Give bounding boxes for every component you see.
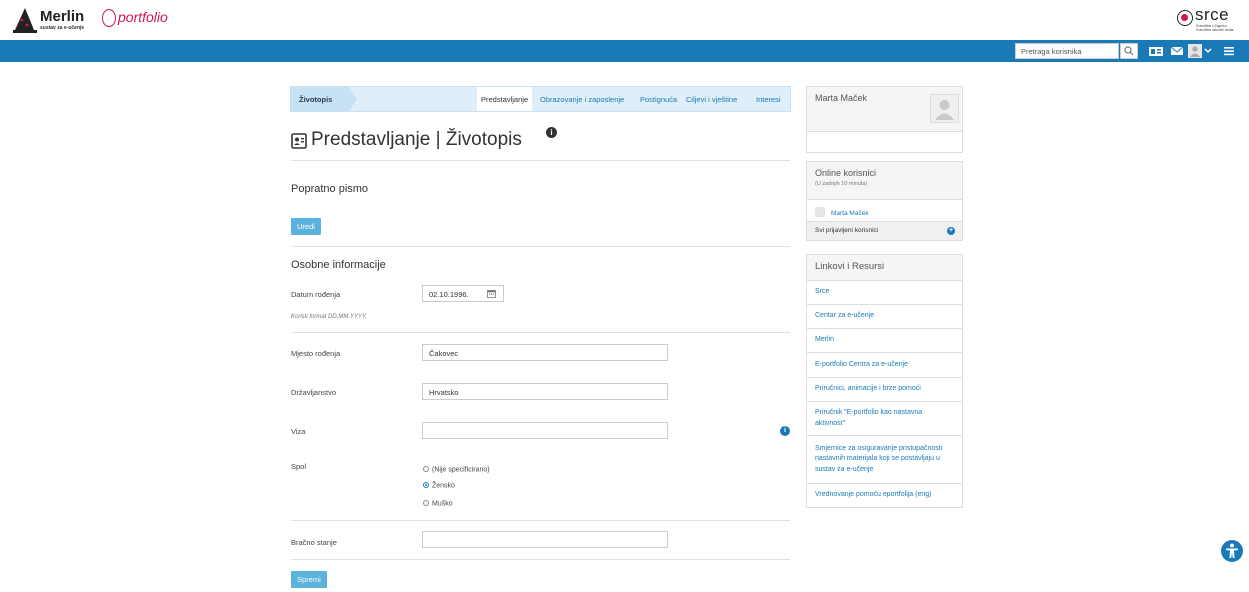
visa-input[interactable] [422,422,668,439]
links-card: Linkovi i Resursi Srce Centar za e-učenj… [806,254,963,508]
gender-option-label: (Nije specificirano) [432,466,490,474]
gender-option-label: Muško [432,500,453,508]
cover-letter-title: Popratno pismo [291,183,369,195]
user-card-body [807,132,962,152]
portfolio-ring-icon [102,9,116,27]
link-srce[interactable]: Srce [807,281,962,304]
tab-predstavljanje[interactable]: Predstavljanje [477,87,533,111]
link-merlin[interactable]: Merlin [807,328,962,352]
merlin-logo-text: Merlin [40,8,85,25]
divider [291,246,790,247]
user-name[interactable]: Marta Maček [815,93,867,103]
online-users-header: Online korisnici (U zadnjih 10 minuta) [807,162,962,200]
accessibility-button[interactable] [1221,540,1243,562]
gender-option-female[interactable]: Žensko [423,482,455,490]
dob-value: 02.10.1996. [429,290,469,299]
online-users-title: Online korisnici [815,168,877,178]
tab-obrazovanje[interactable]: Obrazovanje i zaposlenje [540,87,624,111]
tab-postignuca[interactable]: Postignuća [640,87,677,111]
merlin-logo-subtitle: sustav za e-učenje [40,25,85,31]
save-button[interactable]: Spremi [291,571,327,588]
gender-option-unspecified[interactable]: (Nije specificirano) [423,466,490,474]
edit-button[interactable]: Uredi [291,218,321,235]
radio-icon [423,466,429,472]
srce-mark-icon [1177,10,1193,26]
gender-option-male[interactable]: Muško [423,500,453,508]
user-card-header: Marta Maček [807,87,962,132]
marital-input[interactable] [422,531,668,548]
top-header: Merlin sustav za e-učenje portfolio srce… [0,0,1249,40]
plus-circle-icon: + [947,227,955,235]
links-title: Linkovi i Resursi [815,261,885,272]
personal-info-title: Osobne informacije [291,259,386,271]
search-icon [1124,46,1134,56]
divider [291,559,790,560]
visa-info-icon[interactable]: i [780,426,790,436]
radio-checked-icon [423,482,429,488]
pob-value: Čakovec [429,349,459,358]
tab-ciljevi[interactable]: Ciljevi i vještine [686,87,737,111]
srce-logo[interactable]: srce Sveučilište u Zagrebu Sveučilišni r… [1177,4,1241,34]
mail-icon[interactable] [1170,44,1184,58]
srce-logo-text: srce [1195,5,1230,24]
radio-icon [423,500,429,506]
dob-hint: Koristi format DD.MM.YYYY. [291,314,368,320]
calendar-icon[interactable] [487,289,496,298]
divider [291,332,790,333]
all-online-users-link[interactable]: Svi prijavljeni korisnici + [807,222,962,240]
link-smjernice[interactable]: Smjernice za osiguravanje pristupačnosti… [807,435,962,483]
dob-label: Datum rođenja [291,290,341,299]
divider [291,160,790,161]
menu-icon[interactable] [1223,44,1235,58]
link-prirucnici[interactable]: Priručnici, animacije i brze pomoći [807,377,962,401]
search-placeholder: Pretraga korisnika [1021,47,1082,56]
portfolio-logo-text: portfolio [118,9,168,25]
page-title: Predstavljanje | Životopis [311,129,522,150]
merlin-logo[interactable]: Merlin sustav za e-učenje [12,6,94,34]
accessibility-icon [1226,543,1238,558]
resume-tabs: Životopis Predstavljanje Obrazovanje i z… [290,86,791,112]
divider [291,520,790,521]
gender-label: Spol [291,462,307,471]
contacts-icon[interactable] [1148,44,1164,58]
info-icon[interactable]: i [546,127,557,138]
user-avatar-icon [815,207,825,217]
online-users-card: Online korisnici (U zadnjih 10 minuta) M… [806,161,963,241]
pob-input[interactable]: Čakovec [422,344,668,361]
user-search-input[interactable]: Pretraga korisnika [1015,43,1119,59]
citizenship-input[interactable]: Hrvatsko [422,383,668,400]
wizard-hat-icon [13,8,37,33]
tab-interesi[interactable]: Interesi [756,87,781,111]
contact-card-icon [291,133,307,149]
chevron-down-icon[interactable] [1204,44,1212,58]
pob-label: Mjesto rođenja [291,349,341,358]
link-prirucnik-eportfolio[interactable]: Priručnik "E-portfolio kao nastavna akti… [807,401,962,435]
online-user-name: Marta Maček [831,210,869,217]
marital-label: Bračno stanje [291,538,337,547]
links-header: Linkovi i Resursi [807,255,962,281]
link-vrednovanje[interactable]: Vrednovanje pomoću eportfolija (eng) [807,483,962,507]
link-eportfolio-centra[interactable]: E-portfolio Centra za e-učenje [807,352,962,377]
profile-avatar[interactable] [930,94,959,123]
user-silhouette-icon [935,100,954,120]
citizenship-label: Državljanstvo [291,388,337,397]
user-profile-card: Marta Maček [806,86,963,153]
link-centar-e-ucenje[interactable]: Centar za e-učenje [807,304,962,328]
citizenship-value: Hrvatsko [429,388,459,397]
srce-logo-subtitle: Sveučilište u Zagrebu Sveučilišni računs… [1196,24,1234,32]
user-avatar-icon[interactable] [1188,44,1202,58]
search-button[interactable] [1120,43,1138,59]
all-online-users-label: Svi prijavljeni korisnici [815,227,879,234]
gender-option-label: Žensko [432,482,455,490]
nav-bar: Pretraga korisnika [0,40,1249,62]
online-user-item[interactable]: Marta Maček [807,200,962,222]
breadcrumb[interactable]: Životopis [291,87,357,111]
visa-label: Viza [291,427,306,436]
online-users-subtitle: (U zadnjih 10 minuta) [815,181,868,187]
